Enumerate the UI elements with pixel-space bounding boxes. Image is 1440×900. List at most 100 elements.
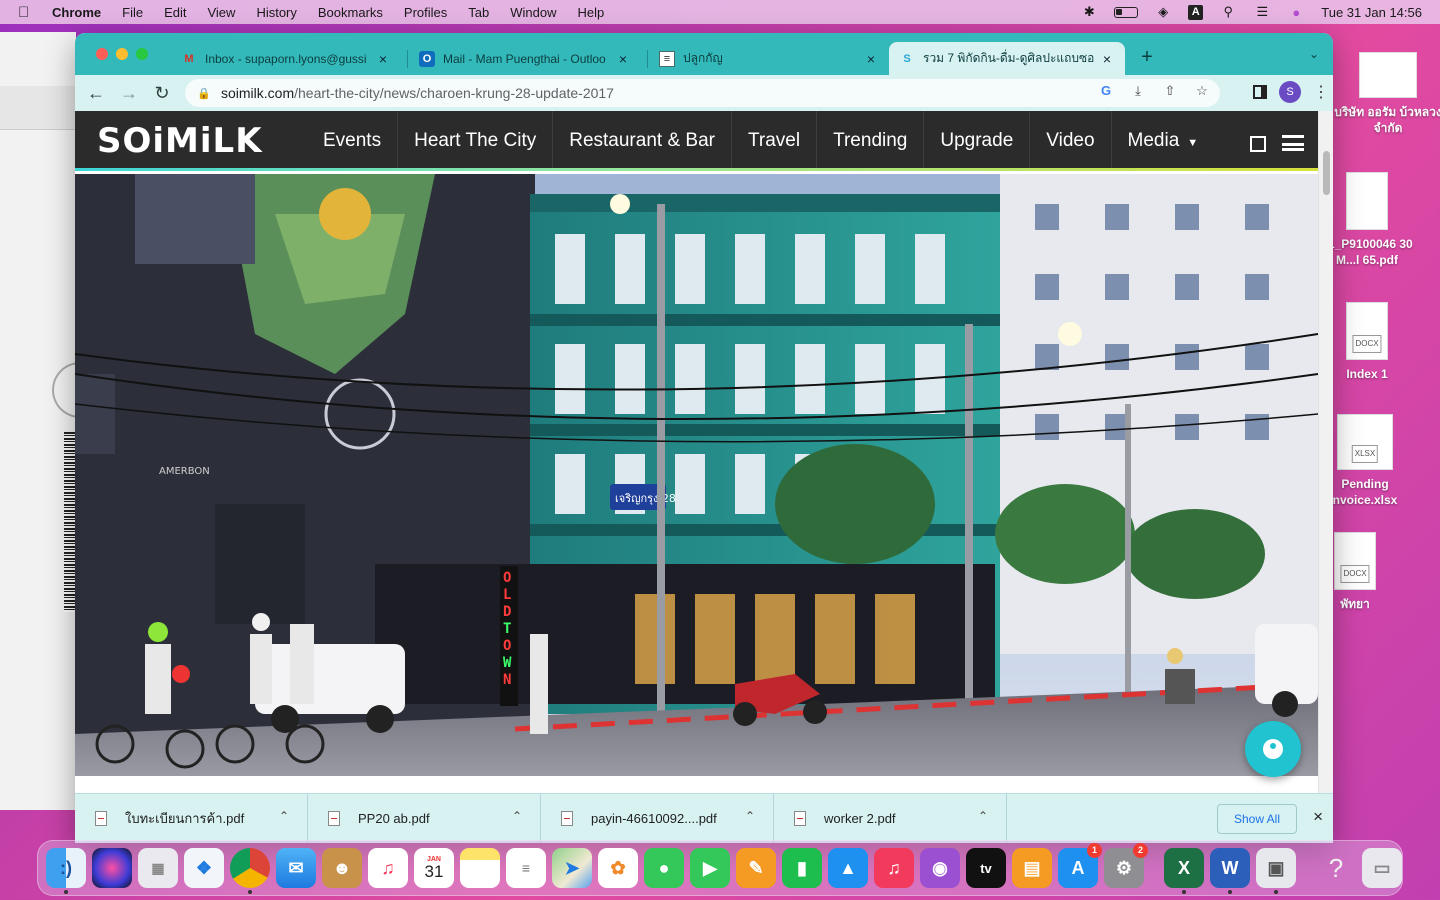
menu-window[interactable]: Window [510, 5, 556, 20]
tab-close-icon[interactable]: × [863, 51, 879, 67]
system-preferences-gear-icon[interactable]: ⚙ 2 [1104, 843, 1148, 888]
back-button[interactable]: ← [84, 81, 108, 105]
download-item[interactable]: payin-46610092....pdf ⌃ [541, 793, 774, 843]
lock-icon[interactable]: 🔒 [197, 87, 211, 100]
window-close-button[interactable] [96, 48, 108, 60]
mail-icon[interactable]: ✉ [276, 848, 316, 888]
launchpad-icon[interactable]: ▦ [138, 848, 178, 888]
menu-history[interactable]: History [256, 5, 296, 20]
menu-chrome[interactable]: Chrome [52, 5, 101, 20]
window-minimize-button[interactable] [116, 48, 128, 60]
close-downloads-icon[interactable]: × [1313, 807, 1323, 827]
photos-icon[interactable]: ✿ [598, 848, 638, 888]
wifi-icon[interactable]: ◈ [1154, 4, 1172, 20]
spotlight-search-icon[interactable]: ⚲ [1219, 4, 1237, 20]
share-icon[interactable]: ⇧ [1160, 83, 1180, 99]
apple-menu-icon[interactable]:  [18, 4, 38, 21]
nav-events[interactable]: Events [307, 111, 399, 171]
battery-icon[interactable] [1114, 6, 1139, 18]
tab-document[interactable]: ≡ ปลูกกัญ × [649, 42, 889, 75]
google-lens-icon[interactable]: G [1096, 83, 1116, 99]
chevron-up-icon[interactable]: ⌃ [745, 809, 755, 823]
chevron-up-icon[interactable]: ⌃ [512, 809, 522, 823]
page-scrollbar[interactable] [1318, 111, 1333, 811]
siri-icon[interactable] [92, 848, 132, 888]
chevron-up-icon[interactable]: ⌃ [279, 809, 289, 823]
facetime-icon[interactable]: ▶ [690, 848, 730, 888]
podcasts-icon[interactable]: ◉ [920, 848, 960, 888]
maps-icon[interactable]: ➤ [552, 848, 592, 888]
tab-close-icon[interactable]: × [1099, 51, 1115, 67]
chrome-icon[interactable] [230, 848, 270, 894]
calendar-icon[interactable]: JAN 31 [414, 848, 454, 888]
menu-clock[interactable]: Tue 31 Jan 14:56 [1321, 5, 1422, 20]
books-icon[interactable]: ▤ [1012, 848, 1052, 888]
address-bar[interactable]: 🔒 soimilk.com/heart-the-city/news/charoe… [185, 79, 1220, 107]
nav-upgrade[interactable]: Upgrade [924, 111, 1031, 171]
menu-file[interactable]: File [122, 5, 143, 20]
safari-icon[interactable]: ❖ [184, 848, 224, 888]
apple-tv-icon[interactable]: tv [966, 848, 1006, 888]
window-zoom-button[interactable] [136, 48, 148, 60]
messages-icon[interactable]: ● [644, 848, 684, 888]
notes-icon[interactable] [460, 848, 500, 888]
tab-close-icon[interactable]: × [375, 51, 391, 67]
download-item[interactable]: PP20 ab.pdf ⌃ [308, 793, 541, 843]
fullscreen-square-icon[interactable] [1250, 136, 1266, 152]
tab-search-chevron-icon[interactable]: ⌄ [1309, 47, 1319, 61]
numbers-icon[interactable]: ▮ [782, 848, 822, 888]
chevron-up-icon[interactable]: ⌃ [978, 809, 988, 823]
site-logo[interactable]: SOiMiLK [97, 121, 263, 161]
chat-account-button[interactable] [1245, 721, 1301, 777]
menu-view[interactable]: View [207, 5, 235, 20]
nav-restaurant-bar[interactable]: Restaurant & Bar [553, 111, 732, 171]
finder-icon[interactable]: :) [46, 848, 86, 894]
trash-icon[interactable]: ▭ [1362, 848, 1402, 888]
nav-travel[interactable]: Travel [732, 111, 818, 171]
nav-heart-the-city[interactable]: Heart The City [398, 111, 554, 171]
show-all-downloads-button[interactable]: Show All [1217, 804, 1297, 834]
excel-icon[interactable]: X [1164, 848, 1204, 894]
hero-image-charoen-krung-street: AMERBON O L D T O W N เจริญกรุง 28 [75, 174, 1318, 776]
tab-outlook[interactable]: O Mail - Mam Puengthai - Outloo × [409, 42, 641, 75]
download-item[interactable]: ใบทะเบียนการค้า.pdf ⌃ [75, 793, 308, 843]
scrollbar-thumb[interactable] [1323, 151, 1330, 195]
reminders-icon[interactable]: ≡ [506, 848, 546, 888]
menu-profiles[interactable]: Profiles [404, 5, 447, 20]
profile-avatar[interactable]: S [1279, 81, 1301, 103]
bookmark-star-icon[interactable]: ☆ [1192, 83, 1212, 99]
menu-tab[interactable]: Tab [468, 5, 489, 20]
reload-button[interactable]: ↻ [150, 81, 174, 105]
tab-soimilk-active[interactable]: S รวม 7 พิกัดกิน-ดื่ม-ดูศิลปะแถบซอย × [889, 42, 1125, 75]
keynote-icon[interactable]: ▲ [828, 848, 868, 888]
nav-media[interactable]: Media ▼ [1112, 111, 1215, 171]
nav-video[interactable]: Video [1030, 111, 1112, 171]
install-app-icon[interactable]: ⤓ [1128, 83, 1148, 99]
desktop-file[interactable]: บริษัท ออรัม บ้วหลวง จำกัด [1333, 52, 1440, 136]
chrome-menu-icon[interactable]: ⋮ [1313, 82, 1329, 102]
side-panel-icon[interactable] [1253, 85, 1267, 99]
pages-icon[interactable]: ✎ [736, 848, 776, 888]
input-source-icon[interactable]: A [1188, 4, 1204, 20]
menu-bookmarks[interactable]: Bookmarks [318, 5, 383, 20]
siri-icon[interactable]: ● [1287, 5, 1305, 20]
control-center-icon[interactable]: ☰ [1253, 4, 1271, 20]
hamburger-menu-icon[interactable] [1282, 135, 1304, 151]
bluetooth-icon[interactable]: ✱ [1080, 4, 1098, 20]
new-tab-button[interactable]: + [1137, 46, 1157, 69]
app-store-icon[interactable]: A1 [1058, 843, 1102, 888]
menu-help[interactable]: Help [578, 5, 605, 20]
background-document-window[interactable] [0, 32, 80, 810]
contacts-icon[interactable]: ☻ [322, 848, 362, 888]
tab-close-icon[interactable]: × [615, 51, 631, 67]
preview-icon[interactable]: ▣ [1256, 848, 1296, 894]
itunes-store-icon[interactable]: ♫ [874, 848, 914, 888]
download-item[interactable]: worker 2.pdf ⌃ [774, 793, 1007, 843]
tab-gmail[interactable]: M Inbox - supaporn.lyons@gussi × [171, 42, 401, 75]
nav-trending[interactable]: Trending [817, 111, 925, 171]
forward-button[interactable]: → [117, 81, 141, 105]
help-question-icon[interactable]: ? [1316, 848, 1356, 888]
word-icon[interactable]: W [1210, 848, 1250, 894]
music-note-icon[interactable]: ♫ [368, 848, 408, 888]
menu-edit[interactable]: Edit [164, 5, 186, 20]
